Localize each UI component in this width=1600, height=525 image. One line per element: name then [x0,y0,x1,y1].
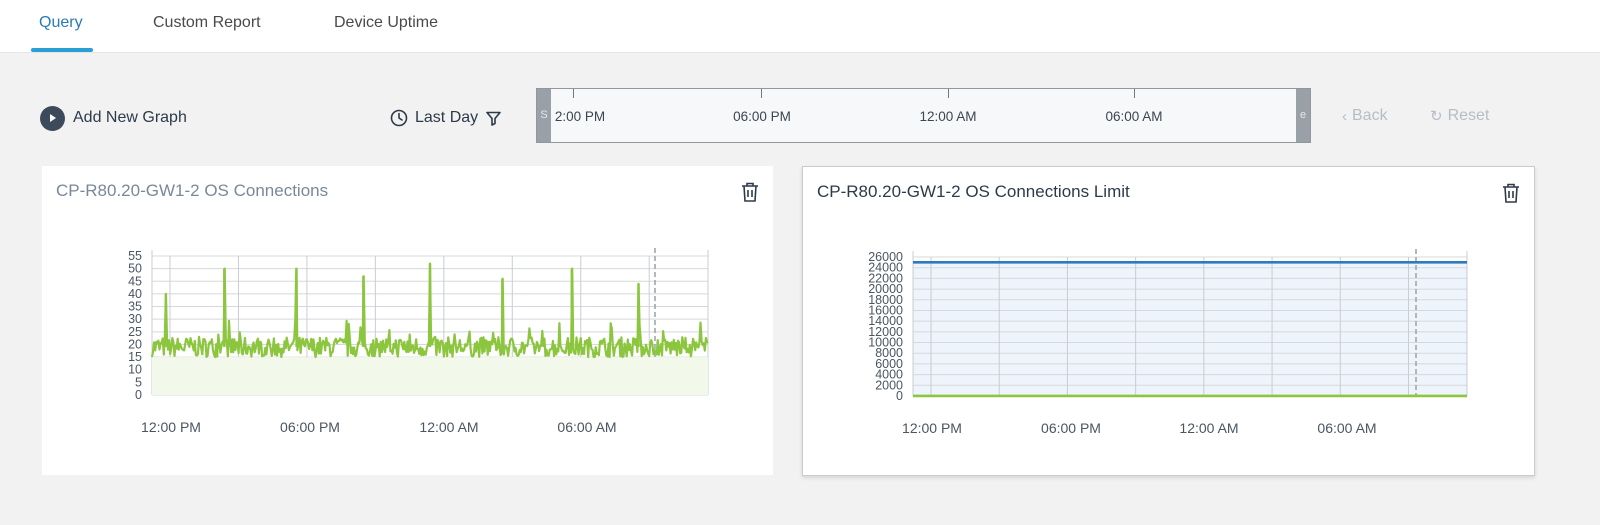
clock-icon [390,109,408,127]
slider-end-handle[interactable]: e [1296,89,1310,142]
slider-tick-mark [573,89,574,98]
time-range-slider[interactable]: S 2:00 PM 06:00 PM 12:00 AM 06:00 AM e [536,88,1311,143]
y-tick-label: 55 [128,249,142,263]
time-range-label: Last Day [415,109,479,126]
chevron-left-icon: ‹ [1342,107,1347,125]
time-range-selector[interactable]: Last Day [390,106,501,130]
y-tick-label: 20 [128,337,142,351]
tab-bar: Query Custom Report Device Uptime [0,0,1600,53]
tab-device-uptime[interactable]: Device Uptime [334,14,438,32]
filter-icon[interactable] [486,111,501,126]
x-tick-label: 06:00 AM [1317,420,1376,436]
refresh-icon: ↻ [1430,108,1443,125]
slider-tick-mark [761,89,762,98]
y-tick-label: 40 [128,287,142,301]
slider-tick-label: 06:00 PM [733,109,791,124]
y-tick-label: 26000 [868,250,903,264]
y-tick-label: 10 [128,363,142,377]
y-tick-label: 30 [128,312,142,326]
y-tick-label: 15 [128,350,142,364]
slider-tick-label: 12:00 AM [919,109,977,124]
slider-tick-mark [948,89,949,98]
add-new-graph-button[interactable]: Add New Graph [40,105,187,131]
x-tick-label: 06:00 PM [280,419,340,435]
slider-start-handle[interactable]: S [537,89,551,142]
y-tick-label: 35 [128,300,142,314]
play-circle-icon [40,105,65,131]
x-tick-label: 12:00 AM [1179,420,1238,436]
x-tick-label: 06:00 AM [557,419,616,435]
y-tick-label: 25 [128,325,142,339]
x-tick-label: 12:00 AM [419,419,478,435]
y-tick-label: 50 [128,262,142,276]
y-tick-label: 0 [135,388,142,402]
x-tick-label: 12:00 PM [902,420,962,436]
graph-panel-connections: CP-R80.20-GW1-2 OS Connections 0 5 10 15 20 2… [42,166,773,475]
tab-custom-report[interactable]: Custom Report [153,14,261,32]
reset-label: Reset [1447,107,1490,124]
connections-line-chart: 0510152025303540455055 12:00 PM 06:00 PM 12… [128,248,709,435]
slider-tick-label: 06:00 AM [1105,109,1163,124]
series-area-fill [152,357,708,395]
slider-tick-label: 2:00 PM [554,109,606,124]
y-tick-label: 45 [128,274,142,288]
active-tab-indicator [31,48,93,52]
slider-tick-mark [1134,89,1135,98]
tab-query[interactable]: Query [39,14,83,32]
y-tick-label: 5 [135,375,142,389]
x-tick-label: 12:00 PM [141,419,201,435]
series-area-fill [913,262,1467,396]
connections-limit-area-chart: 0200040006000800010000120001400016000180… [868,249,1468,436]
back-button[interactable]: ‹ Back [1342,107,1388,125]
reset-button[interactable]: ↻ Reset [1430,107,1489,125]
graph-panel-connections-limit: CP-R80.20-GW1-2 OS Connections Limit 0 20… [802,166,1535,476]
back-label: Back [1352,107,1388,124]
add-new-graph-label: Add New Graph [73,109,187,126]
x-tick-label: 06:00 PM [1041,420,1101,436]
